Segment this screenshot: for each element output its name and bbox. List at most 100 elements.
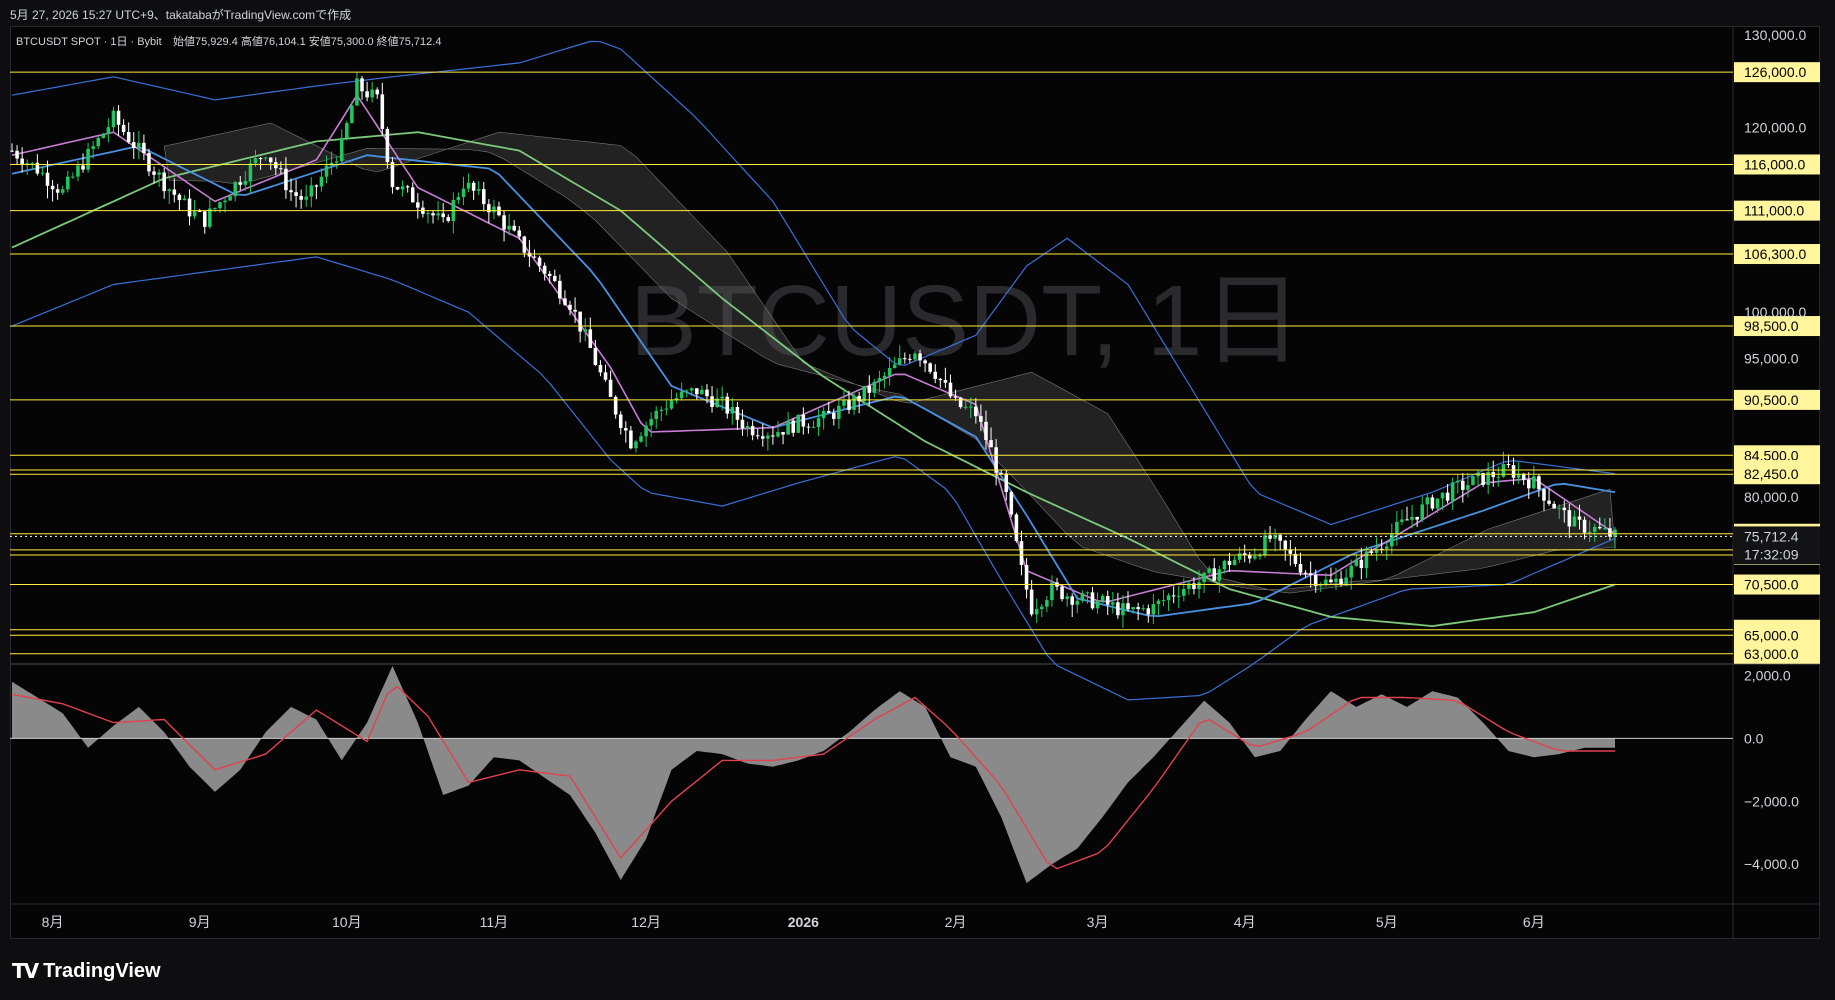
candle-body [979, 416, 983, 422]
time-tick-label: 4月 [1234, 914, 1256, 930]
candle-body [339, 137, 344, 162]
candle-body [1141, 608, 1146, 610]
candle-body [1506, 464, 1511, 466]
candle-body [1131, 607, 1135, 610]
candle-body [1227, 560, 1232, 565]
candle-body [553, 275, 557, 281]
candle-body [243, 180, 248, 185]
candle-body [1455, 480, 1460, 483]
candle-body [1466, 485, 1470, 490]
candle-body [745, 426, 750, 429]
candle-body [426, 213, 430, 215]
candle-body [750, 426, 755, 436]
candle-body [1278, 534, 1282, 541]
candle-body [603, 372, 608, 380]
chart-canvas[interactable]: BTCUSDT, 1日 BTCUSDT SPOT · 1日 · Bybit 始値… [0, 0, 1835, 1000]
candle-body [400, 186, 405, 190]
candle-body [334, 161, 339, 163]
candle-body [1298, 563, 1303, 573]
candle-body [1166, 595, 1171, 601]
candle-body [700, 389, 704, 395]
candle-body [355, 78, 359, 106]
candle-body [649, 419, 653, 426]
candle-body [390, 162, 395, 188]
candle-body [1582, 519, 1587, 533]
time-tick-label: 5月 [1376, 914, 1398, 930]
candle-body [740, 419, 745, 429]
legend-ohlc-values: 始値75,929.4 高値76,104.1 安値75,300.0 終値75,71… [173, 34, 441, 48]
tradingview-mark-icon: TV [12, 959, 39, 983]
candle-body [897, 358, 902, 365]
candle-body [1420, 504, 1425, 520]
candle-body [720, 396, 724, 399]
candle-body [1009, 492, 1014, 515]
candle-body [527, 252, 532, 257]
candle-body [76, 165, 80, 177]
candle-body [1445, 492, 1450, 501]
level-label: 126,000.0 [1744, 64, 1806, 80]
candle-body [766, 435, 770, 439]
price-tick-label: 80,000.0 [1744, 489, 1799, 505]
candle-body [821, 410, 826, 419]
candle-body [238, 182, 243, 185]
candle-body [106, 127, 111, 134]
candle-body [208, 208, 212, 227]
candle-body [116, 110, 121, 125]
candle-body [948, 382, 953, 397]
candle-body [624, 428, 628, 431]
candle-body [152, 171, 156, 175]
candle-body [1080, 593, 1085, 601]
candle-body [1050, 582, 1054, 601]
level-label: 90,500.0 [1744, 392, 1799, 408]
candle-body [350, 105, 354, 124]
oscillator-axis-ticks: 2,000.0 0.0 −2,000.0 −4,000.0 [1744, 667, 1799, 872]
candle-body [385, 128, 390, 163]
legend-symbol: BTCUSDT SPOT · 1日 · Bybit [16, 36, 162, 48]
candle-body [476, 189, 481, 191]
candle-body [1415, 516, 1419, 520]
candle-body [664, 408, 669, 410]
candle-body [157, 172, 161, 175]
candle-body [771, 435, 775, 437]
candle-body [187, 198, 192, 217]
candle-body [1557, 507, 1561, 509]
candle-body [963, 406, 968, 408]
candle-body [598, 364, 603, 373]
candle-body [1364, 551, 1369, 569]
candle-body [1354, 559, 1359, 566]
candle-body [1268, 535, 1272, 539]
candle-body [1161, 600, 1166, 602]
candle-body [999, 472, 1003, 474]
candle-body [832, 412, 836, 419]
legend-ohlc: 始値75,929.4 高値76,104.1 安値75,300.0 終値75,71… [173, 34, 441, 48]
candle-body [877, 378, 882, 382]
candle-body [882, 375, 887, 379]
candle-body [1308, 573, 1313, 576]
tradingview-logo[interactable]: TV TradingView [12, 959, 161, 983]
price-axis-ticks: 130,000.0 120,000.0 100,000.0 95,000.0 80,00… [1744, 27, 1806, 505]
candle-body [40, 172, 45, 174]
candle-body [1060, 586, 1064, 600]
candle-body [258, 158, 263, 160]
candle-body [142, 142, 146, 153]
candle-body [872, 381, 877, 393]
candle-body [1075, 600, 1080, 605]
candle-body [492, 206, 496, 213]
candle-body [760, 436, 765, 439]
candle-body [1217, 569, 1222, 581]
candle-body [319, 176, 324, 187]
candle-body [1521, 473, 1526, 480]
candle-body [1587, 531, 1592, 533]
oscillator-tick-label: −2,000.0 [1744, 793, 1799, 809]
candle-body [1111, 602, 1115, 605]
candle-body [1039, 606, 1044, 610]
candle-body [1552, 503, 1556, 509]
candle-body [1603, 528, 1607, 530]
candle-body [522, 236, 527, 253]
candle-body [867, 385, 872, 393]
candle-body [1100, 596, 1105, 601]
candle-body [192, 211, 197, 217]
level-label: 106,300.0 [1744, 246, 1806, 262]
candle-body [1197, 582, 1201, 590]
candle-body [360, 78, 364, 92]
